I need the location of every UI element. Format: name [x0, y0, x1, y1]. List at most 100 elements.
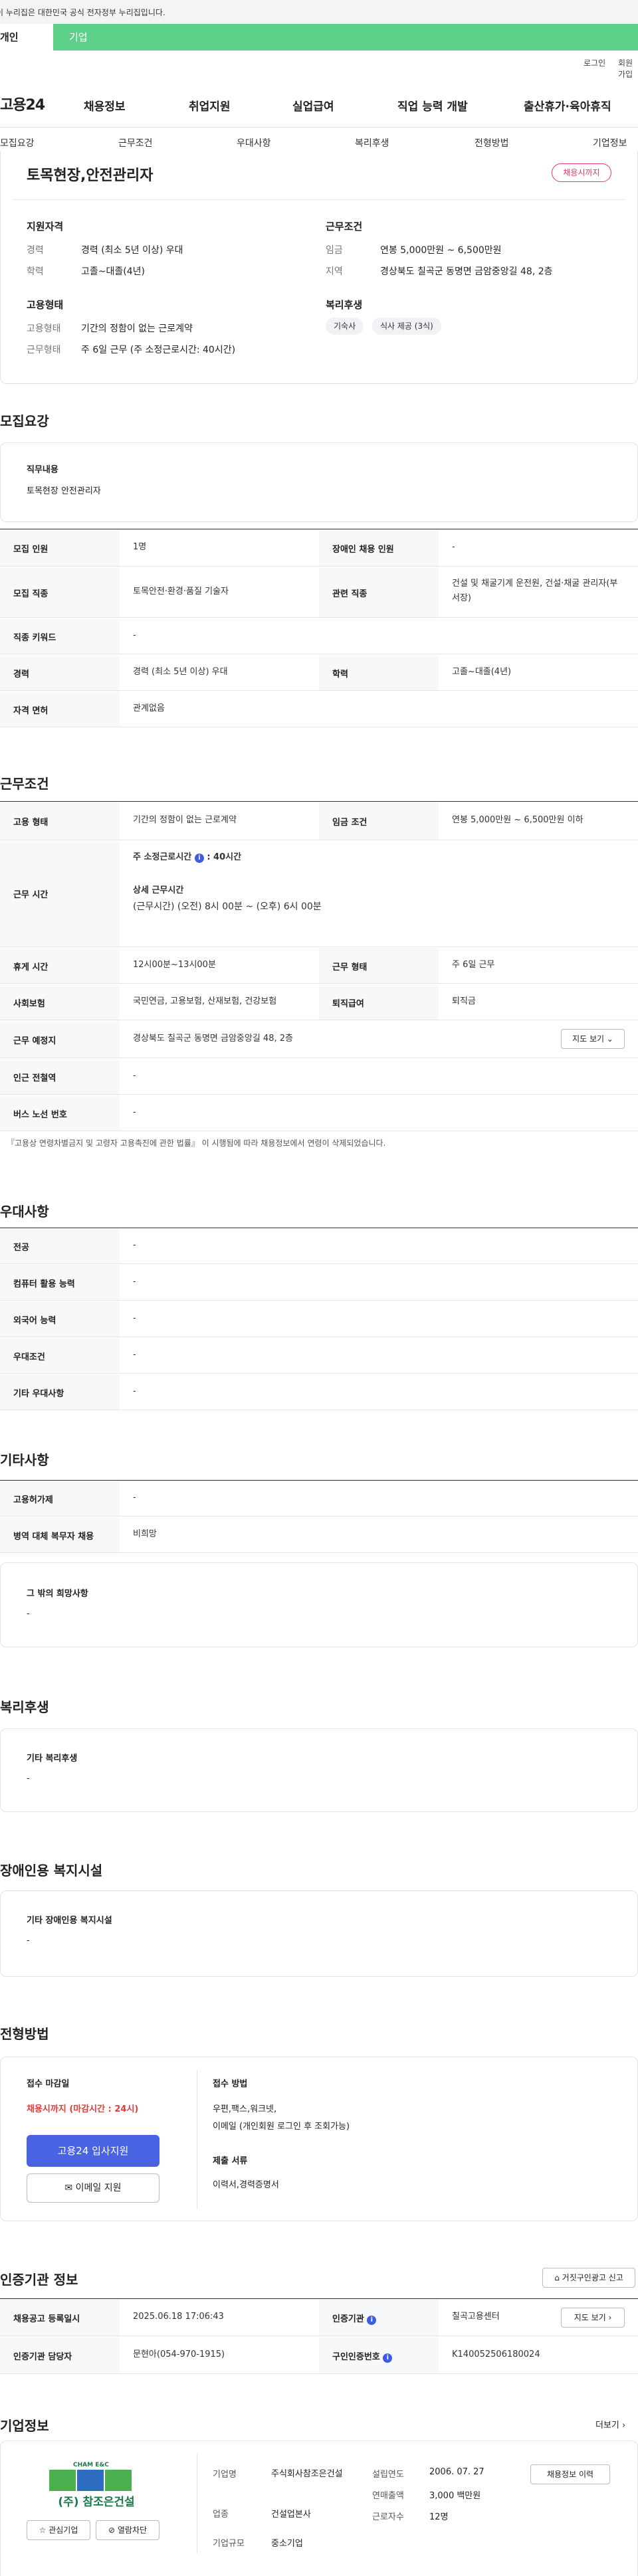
info-icon[interactable]: i	[194, 854, 204, 863]
report-fake-ad-button[interactable]: ⌂ 거짓구인광고 신고	[542, 2268, 635, 2288]
row-label: 버스 노선 번호	[13, 1110, 67, 1120]
row-label: 고용 형태	[13, 818, 49, 828]
row-label: 컴퓨터 활용 능력	[13, 1279, 75, 1289]
docs-label: 제출 서류	[213, 2156, 248, 2166]
home-icon: ⌂	[554, 2273, 560, 2282]
login-link[interactable]: 로그인	[584, 57, 605, 68]
row-label: 퇴직급여	[332, 999, 364, 1009]
row-label: 임금 조건	[332, 818, 368, 828]
row-value: -	[133, 630, 136, 640]
welfare-chip: 기숙사	[326, 318, 364, 335]
wage-value: 연봉 5,000만원 ~ 6,500만원	[380, 245, 502, 256]
subnav-conditions[interactable]: 근무조건	[118, 136, 153, 149]
industry-value: 건설업본사	[271, 2510, 311, 2520]
disability-box-label: 기타 장애인용 복지시설	[27, 1916, 112, 1926]
global-nav: 고용24 채용정보 취업지원 실업급여 직업 능력 개발 출산휴가·육아휴직	[0, 80, 638, 128]
subnav-recruit[interactable]: 모집요강	[0, 136, 35, 149]
deadline-value: 채용시까지 (마감시간 : 24시)	[27, 2104, 139, 2114]
company-size-label: 기업규모	[213, 2539, 245, 2549]
welfare-chip: 식사 제공 (3식)	[372, 318, 441, 335]
row-value: -	[452, 542, 455, 552]
row-value: -	[133, 1240, 136, 1250]
gnb-item-employment-support[interactable]: 취업지원	[189, 97, 231, 114]
worktype-label: 근무형태	[27, 345, 61, 355]
row-label: 외국어 능력	[13, 1316, 56, 1326]
company-name-value: 주식회사참조은건설	[271, 2469, 343, 2479]
tab-corporate[interactable]: 기업	[69, 24, 88, 50]
welfare-heading: 복리후생	[326, 299, 363, 311]
company-logo-text: (주) 참조은건설	[58, 2496, 135, 2509]
row-label: 구인인증번호 i	[332, 2349, 393, 2363]
chevron-down-icon: ⌄	[606, 1034, 613, 1044]
apply-button[interactable]: 고용24 입사지원	[27, 2135, 160, 2167]
row-value: -	[133, 1313, 136, 1323]
method-value: 이메일 (개인회원 로그인 후 조회가능)	[213, 2122, 350, 2132]
org-map-button[interactable]: 지도 보기 ›	[561, 2308, 625, 2328]
gnb-item-leave[interactable]: 출산휴가·육아휴직	[524, 97, 611, 114]
edu-label: 학력	[27, 266, 44, 277]
gnb-item-training[interactable]: 직업 능력 개발	[397, 97, 468, 114]
sales-value: 3,000 백만원	[429, 2491, 481, 2501]
row-value: 문현아(054-970-1915)	[133, 2349, 225, 2359]
disability-box	[0, 1890, 638, 1977]
selection-section-title: 전형방법	[0, 2026, 49, 2042]
method-label: 접수 방법	[213, 2079, 248, 2089]
subnav-company[interactable]: 기업정보	[593, 136, 627, 149]
table-row: 인근 전철역 -	[0, 1059, 638, 1095]
disability-section-title: 장애인용 복지시설	[0, 1863, 103, 1879]
age-notice: 『고용상 연령차별금지 및 고령자 고용촉진에 관한 법률』 이 시행됨에 따라…	[7, 1139, 386, 1148]
subnav-preferences[interactable]: 우대사항	[237, 136, 271, 149]
row-label: 우대조건	[13, 1352, 45, 1362]
site-logo[interactable]: 고용24	[0, 93, 45, 114]
row-label: 근무 시간	[13, 890, 49, 900]
cert-section-title: 인증기관 정보	[0, 2272, 78, 2288]
gov-notice-bar: 이 누리집은 대한민국 공식 전자정부 누리집입니다.	[0, 0, 638, 24]
gnb-item-unemployment[interactable]: 실업급여	[292, 97, 334, 114]
established-label: 설립연도	[372, 2470, 404, 2480]
table-row: 컴퓨터 활용 능력 -	[0, 1265, 638, 1301]
row-label: 인증기관 담당자	[13, 2352, 72, 2362]
row-label: 경력	[13, 670, 29, 680]
email-apply-button[interactable]: ✉ 이메일 지원	[27, 2173, 160, 2203]
row-value: -	[133, 1277, 136, 1287]
row-label: 전공	[13, 1243, 29, 1253]
subnav-welfare[interactable]: 복리후생	[355, 136, 389, 149]
row-value: 국민연금, 고용보험, 산재보험, 건강보험	[133, 996, 277, 1006]
row-value: 고졸~대졸(4년)	[452, 667, 512, 677]
row-label: 학력	[332, 670, 348, 680]
hiring-history-button[interactable]: 채용정보 이력	[530, 2464, 610, 2484]
employees-value: 12명	[429, 2512, 449, 2522]
disability-box-value: -	[27, 1936, 30, 1946]
table-row: 채용공고 등록일시 2025.06.18 17:06:43 인증기관 i 칠곡고…	[0, 2299, 638, 2336]
gnb-item-jobs[interactable]: 채용정보	[84, 97, 126, 114]
block-icon: ⊘	[108, 2526, 116, 2535]
more-link[interactable]: 더보기 ›	[595, 2418, 625, 2431]
block-company-button[interactable]: ⊘ 열람차단	[96, 2520, 160, 2540]
table-row: 근무 예정지 경상북도 칠곡군 동명면 금암중앙길 48, 2층 지도 보기 ⌄	[0, 1021, 638, 1058]
info-icon[interactable]: i	[367, 2316, 377, 2325]
welfare-box-value: -	[27, 1774, 30, 1784]
row-value: 칠곡고용센터	[452, 2312, 500, 2322]
table-row: 경력 경력 (최소 5년 이상) 우대 학력 고졸~대졸(4년)	[0, 655, 638, 691]
star-icon: ☆	[39, 2526, 47, 2535]
pref-section-title: 우대사항	[0, 1204, 49, 1220]
row-value: -	[133, 1386, 136, 1396]
info-icon[interactable]: i	[383, 2353, 393, 2363]
row-label: 기타 우대사항	[13, 1389, 64, 1399]
region-label: 지역	[326, 266, 343, 277]
duty-box	[0, 442, 638, 522]
emptype-value: 기간의 정함이 없는 근로계약	[81, 323, 193, 334]
row-label: 휴게 시간	[13, 963, 49, 972]
table-row: 전공 -	[0, 1228, 638, 1264]
duty-label: 직무내용	[27, 465, 58, 475]
table-row: 우대조건 -	[0, 1338, 638, 1374]
established-value: 2006. 07. 27	[429, 2467, 484, 2477]
recruit-section-title: 모집요강	[0, 413, 49, 429]
tab-individual[interactable]: 개인	[0, 24, 53, 50]
subnav-selection[interactable]: 전형방법	[475, 136, 509, 149]
row-value: 비희망	[133, 1529, 157, 1539]
signup-link[interactable]: 회원가입	[618, 57, 638, 80]
map-button[interactable]: 지도 보기 ⌄	[561, 1029, 625, 1049]
favorite-company-button[interactable]: ☆ 관심기업	[27, 2520, 90, 2540]
job-title: 토목현장,안전관리자	[27, 167, 154, 184]
